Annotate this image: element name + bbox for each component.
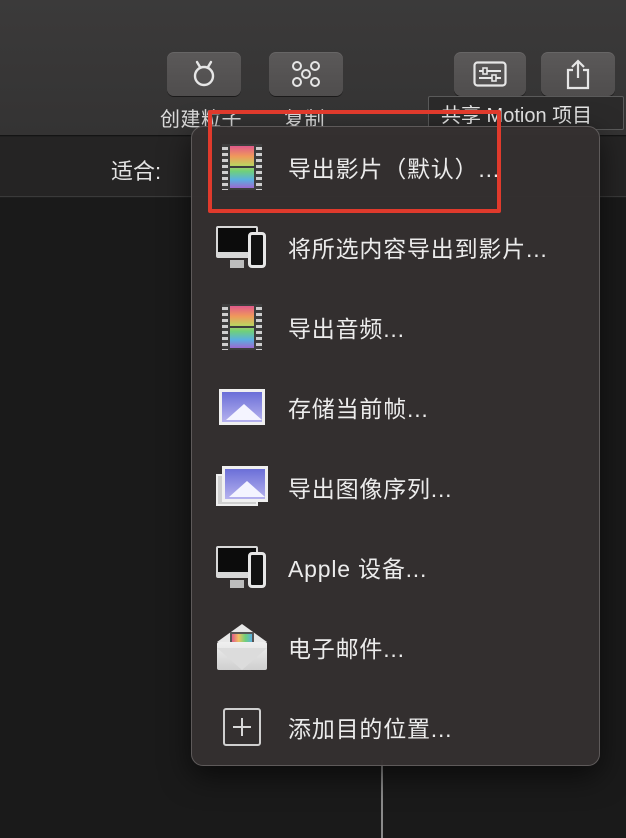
motion-window: 创建粒子 复制 共享 Motion 项目 适合: 导出影片（默认）... 将所选…: [0, 0, 626, 838]
fit-label: 适合:: [111, 159, 162, 184]
menu-item-label: 导出音频...: [288, 316, 405, 342]
menu-item-label: 将所选内容导出到影片...: [288, 236, 548, 262]
menu-item-email[interactable]: 电子邮件...: [192, 607, 599, 687]
photo-stack-icon: [216, 461, 268, 513]
menu-item-label: Apple 设备...: [288, 556, 428, 582]
menu-item-label: 导出影片（默认）...: [288, 156, 500, 182]
film-icon: [216, 301, 268, 353]
menu-item-export-selection[interactable]: 将所选内容导出到影片...: [192, 207, 599, 287]
create-particles-button[interactable]: [167, 52, 241, 96]
add-icon: [216, 701, 268, 753]
menu-item-label: 电子邮件...: [288, 636, 405, 662]
share-menu: 导出影片（默认）... 将所选内容导出到影片... 导出音频... 存储当前帧.…: [191, 126, 600, 766]
menu-item-label: 导出图像序列...: [288, 476, 453, 502]
menu-item-label: 添加目的位置...: [288, 716, 453, 742]
menu-item-export-movie[interactable]: 导出影片（默认）...: [192, 127, 599, 207]
playhead-line: [381, 760, 383, 838]
inspector-button[interactable]: [454, 52, 526, 96]
share-icon: [566, 59, 590, 90]
menu-item-apple-devices[interactable]: Apple 设备...: [192, 527, 599, 607]
devices-icon: [216, 541, 268, 593]
photo-icon: [216, 381, 268, 433]
sliders-icon: [473, 61, 507, 87]
toolbar: 创建粒子 复制 共享 Motion 项目: [0, 0, 626, 136]
menu-item-save-frame[interactable]: 存储当前帧...: [192, 367, 599, 447]
replicator-icon: [292, 61, 320, 87]
film-icon: [216, 141, 268, 193]
menu-item-add-destination[interactable]: 添加目的位置...: [192, 687, 599, 767]
particle-emitter-icon: [193, 60, 215, 87]
devices-icon: [216, 221, 268, 273]
menu-item-label: 存储当前帧...: [288, 396, 429, 422]
menu-item-export-audio[interactable]: 导出音频...: [192, 287, 599, 367]
share-tooltip: 共享 Motion 项目: [428, 96, 624, 130]
mail-icon: [216, 621, 268, 673]
menu-item-export-image-sequence[interactable]: 导出图像序列...: [192, 447, 599, 527]
share-button[interactable]: [541, 52, 615, 96]
replicate-button[interactable]: [269, 52, 343, 96]
